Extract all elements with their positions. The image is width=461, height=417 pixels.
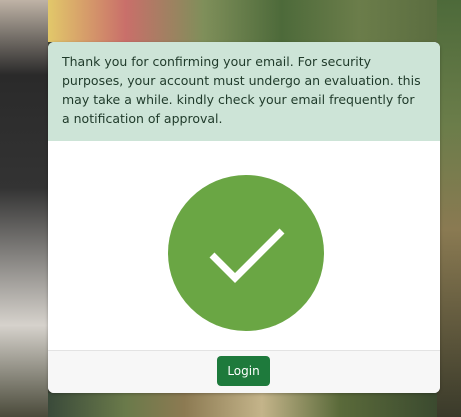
modal-footer: Login [48,350,440,393]
confirmation-message: Thank you for confirming your email. For… [48,42,440,141]
background-right [437,0,461,417]
background-top [48,0,437,42]
checkmark-icon [209,228,285,283]
login-button[interactable]: Login [217,356,270,386]
background-bottom [48,393,437,417]
background-left [0,0,48,417]
success-circle [168,175,324,331]
confirmation-modal: Thank you for confirming your email. For… [48,42,440,393]
status-icon-area [48,141,440,350]
